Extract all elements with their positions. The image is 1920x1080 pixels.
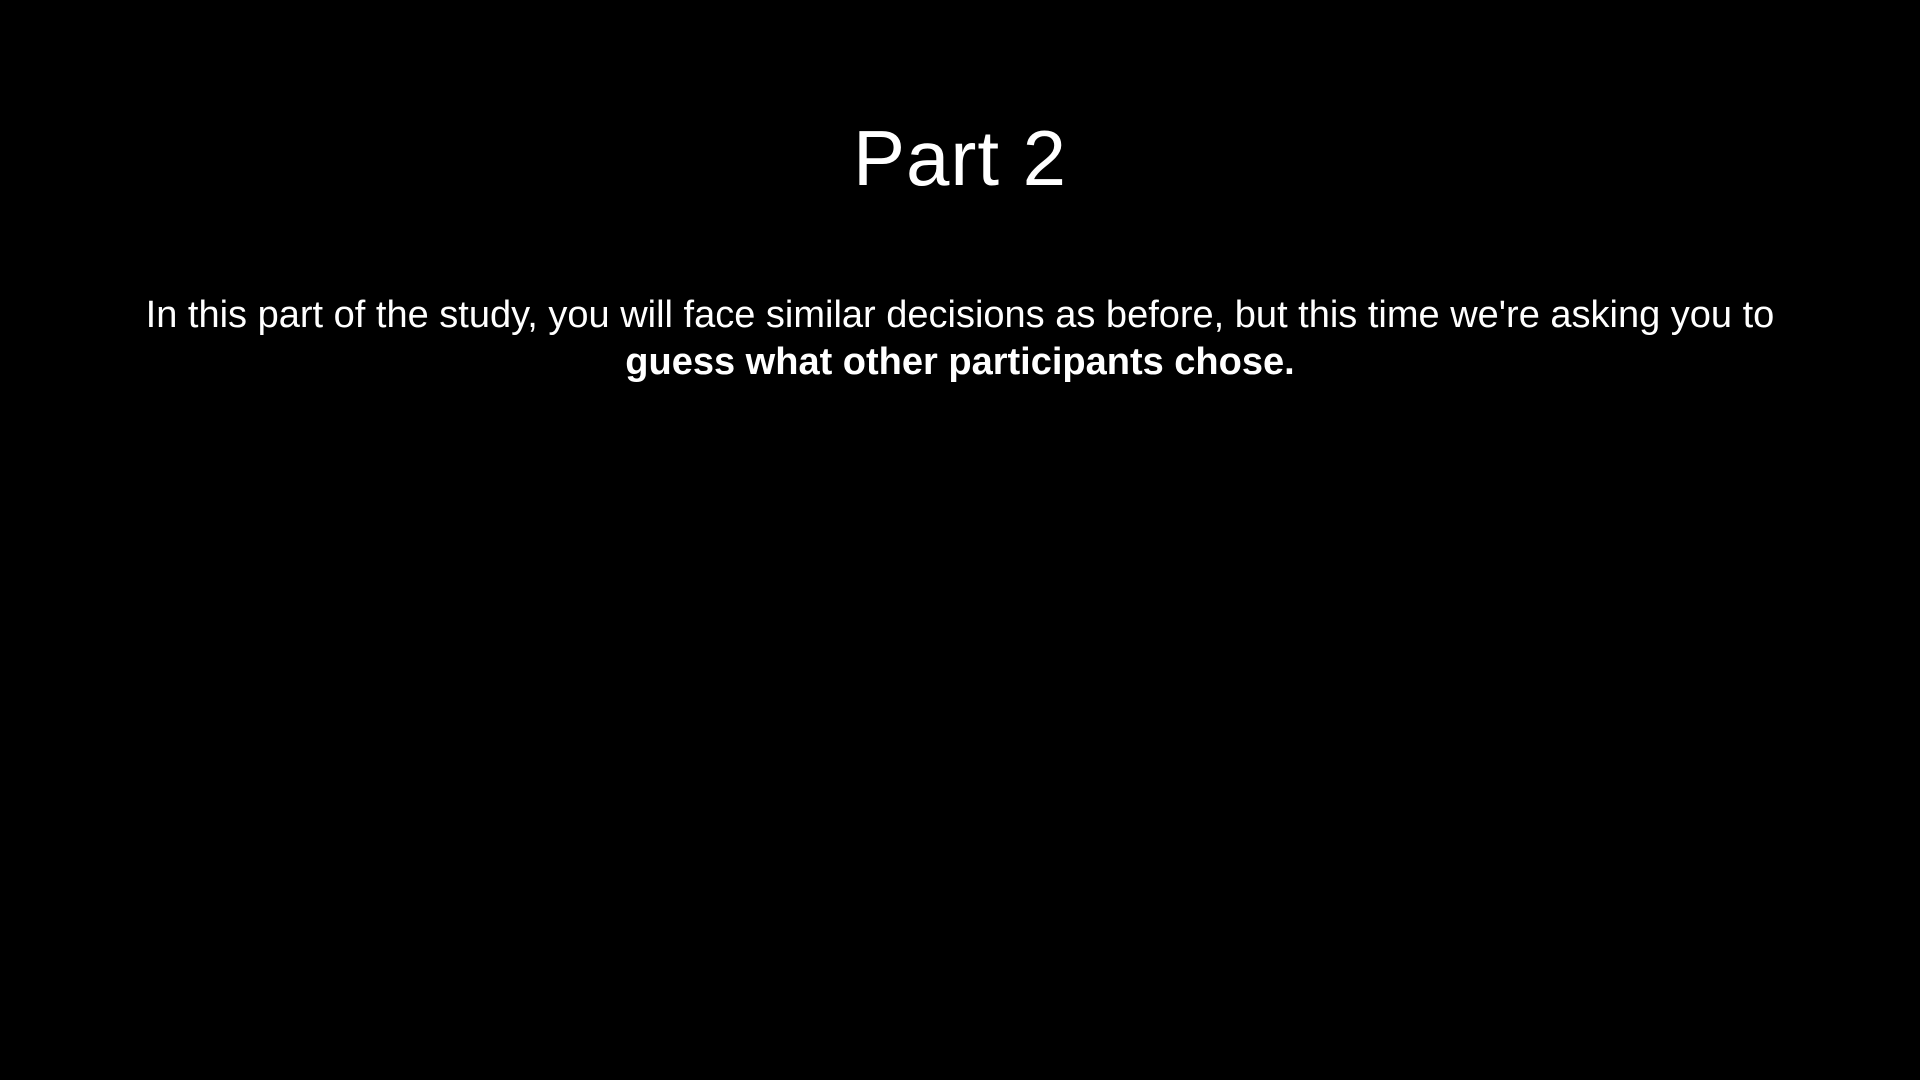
- body-intro-text: In this part of the study, you will face…: [145, 294, 1775, 336]
- slide-body-text: In this part of the study, you will face…: [140, 292, 1780, 386]
- slide-title: Part 2: [852, 114, 1068, 202]
- slide: Part 2 In this part of the study, you wi…: [0, 0, 1920, 1080]
- body-emphasis-text: guess what other participants chose.: [625, 341, 1295, 383]
